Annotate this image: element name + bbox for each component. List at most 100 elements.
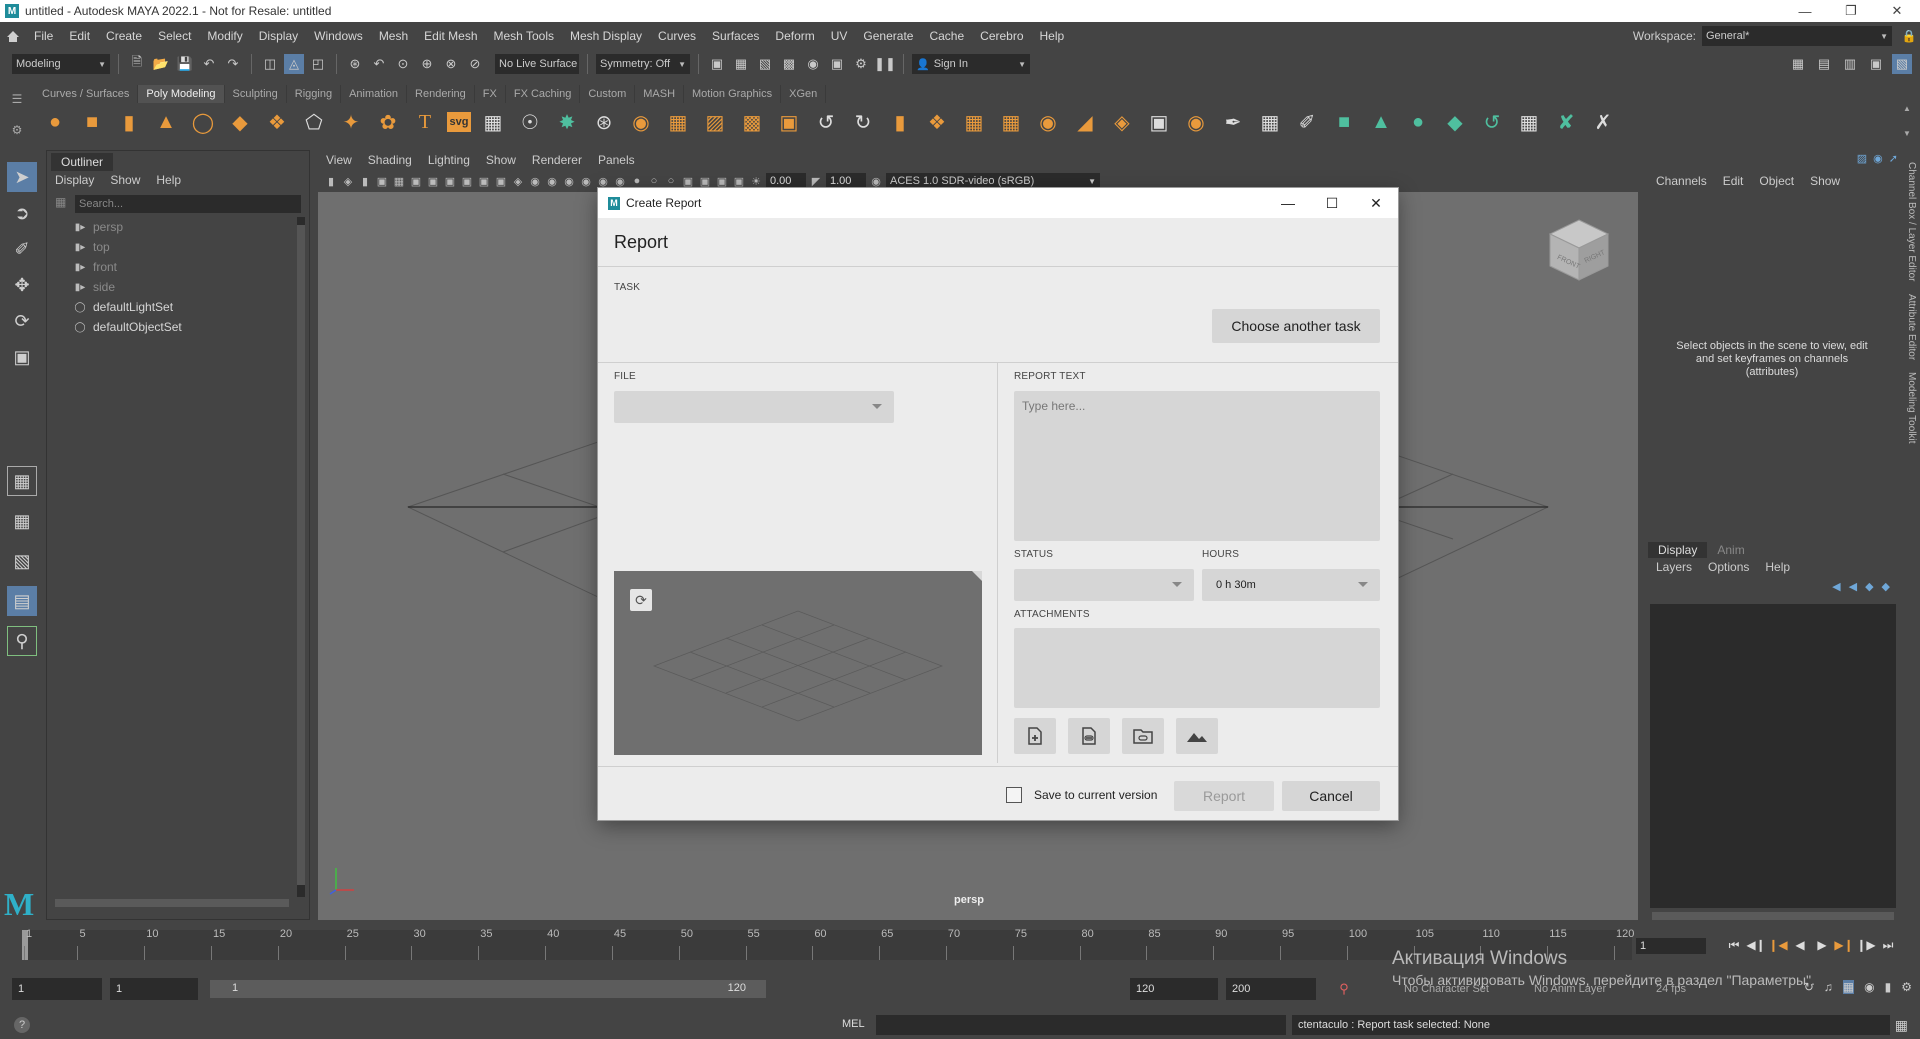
tab-motion-graphics[interactable]: Motion Graphics: [684, 85, 782, 103]
animation-prefs-icon[interactable]: ▦: [1842, 980, 1855, 994]
color-management-icon[interactable]: ◉: [869, 174, 883, 188]
float-icon[interactable]: ➚: [1889, 152, 1898, 165]
combine-icon[interactable]: ☉: [515, 107, 545, 137]
poly-cone-icon[interactable]: ▲: [151, 107, 181, 137]
svg-tool-icon[interactable]: svg: [447, 112, 471, 132]
wireframe-on-shaded-icon[interactable]: ◉: [545, 174, 559, 188]
viewcube-icon[interactable]: FRONT RIGHT: [1544, 216, 1614, 286]
filter-icon[interactable]: ▦: [55, 195, 71, 213]
boolean-icon[interactable]: ▦: [663, 107, 693, 137]
attribute-editor-side-tab[interactable]: Attribute Editor: [1906, 294, 1917, 360]
go-to-end-icon[interactable]: ⏭: [1880, 936, 1896, 954]
uv-editor-icon[interactable]: ▦: [478, 107, 508, 137]
select-component-icon[interactable]: ◰: [308, 54, 328, 74]
field-chart-icon[interactable]: ▣: [460, 174, 474, 188]
close-icon[interactable]: ✕: [1874, 0, 1920, 22]
move-tool-icon[interactable]: ✥: [7, 270, 37, 300]
wireframe-icon[interactable]: ◈: [511, 174, 525, 188]
menu-cache[interactable]: Cache: [921, 29, 972, 43]
separate-icon[interactable]: ✸: [552, 107, 582, 137]
menu-curves[interactable]: Curves: [650, 29, 704, 43]
viewport-menu-panels[interactable]: Panels: [590, 153, 643, 167]
gamma-field[interactable]: 1.00: [826, 173, 866, 189]
planar-uv-icon[interactable]: ■: [1329, 107, 1359, 137]
channel-box-icon[interactable]: ▣: [1866, 54, 1886, 74]
list-item[interactable]: ▮▸ top: [73, 237, 299, 257]
tab-rigging[interactable]: Rigging: [287, 85, 342, 103]
render-setup-icon[interactable]: ▣: [827, 54, 847, 74]
menu-uv[interactable]: UV: [823, 29, 856, 43]
list-item[interactable]: ◯ defaultObjectSet: [73, 317, 299, 337]
new-layer-selected-icon[interactable]: ◆: [1882, 580, 1890, 593]
anti-aliasing-icon[interactable]: ○: [647, 174, 661, 188]
automatic-uv-icon[interactable]: ◆: [1440, 107, 1470, 137]
outliner-search-input[interactable]: Search...: [75, 195, 301, 213]
multi-cut-icon[interactable]: ❖: [922, 107, 952, 137]
single-perspective-icon[interactable]: ▦: [7, 466, 37, 496]
tab-poly-modeling[interactable]: Poly Modeling: [138, 85, 225, 103]
add-link-button[interactable]: [1068, 718, 1110, 754]
shelf-scroll[interactable]: ▲ ▼: [1902, 104, 1912, 138]
lasso-tool-icon[interactable]: ➲: [7, 198, 37, 228]
undo-icon[interactable]: ↶: [199, 54, 219, 74]
channel-box-side-tab[interactable]: Channel Box / Layer Editor: [1906, 162, 1917, 282]
append-polygon-icon[interactable]: ↻: [848, 107, 878, 137]
list-item[interactable]: ▮▸ side: [73, 277, 299, 297]
menu-mesh-tools[interactable]: Mesh Tools: [486, 29, 562, 43]
outliner-menu-show[interactable]: Show: [102, 173, 148, 191]
help-icon[interactable]: ?: [14, 1017, 30, 1033]
maximize-icon[interactable]: ☐: [1310, 188, 1354, 218]
hierarchy-icon[interactable]: ▨: [1857, 152, 1867, 165]
list-item[interactable]: ◯ defaultLightSet: [73, 297, 299, 317]
collapse-icon[interactable]: ◢: [1070, 107, 1100, 137]
circularize-icon[interactable]: ◉: [1033, 107, 1063, 137]
bevel-icon[interactable]: ▣: [774, 107, 804, 137]
snap-point-icon[interactable]: ⊙: [393, 54, 413, 74]
poly-cylinder-icon[interactable]: ▮: [114, 107, 144, 137]
show-menu[interactable]: Show: [1802, 174, 1848, 188]
tab-custom[interactable]: Custom: [580, 85, 636, 103]
platonic-solid-icon[interactable]: ⬠: [299, 107, 329, 137]
open-scene-icon[interactable]: 📂: [151, 54, 171, 74]
playback-end-field[interactable]: 120: [1130, 978, 1218, 1000]
gamma-icon[interactable]: ◤: [809, 174, 823, 188]
choose-task-button[interactable]: Choose another task: [1212, 309, 1380, 343]
viewport-menu-shading[interactable]: Shading: [360, 153, 420, 167]
pause-icon[interactable]: ❚❚: [874, 54, 896, 74]
scene-start-field[interactable]: 1: [12, 978, 102, 1000]
new-layer-icon[interactable]: ◆: [1865, 580, 1873, 593]
xray-icon[interactable]: ▣: [698, 174, 712, 188]
object-menu[interactable]: Object: [1751, 174, 1802, 188]
play-forwards-icon[interactable]: ▶: [1814, 936, 1830, 954]
time-slider-track[interactable]: 1 5 10 15 20 25 30 35 40 45 50 55 60 65 70 75 80 85 90 95 10…: [22, 928, 1634, 960]
type-tool-icon[interactable]: T: [410, 107, 440, 137]
report-text-area[interactable]: Type here...: [1014, 391, 1380, 541]
menu-surfaces[interactable]: Surfaces: [704, 29, 767, 43]
file-dropdown[interactable]: [614, 391, 894, 423]
exposure-icon[interactable]: ☀: [749, 174, 763, 188]
render-frame-icon[interactable]: ▦: [731, 54, 751, 74]
tab-anim[interactable]: Anim: [1707, 542, 1754, 558]
extrude-icon[interactable]: ▨: [700, 107, 730, 137]
layer-help-menu[interactable]: Help: [1757, 560, 1798, 574]
motion-blur-icon[interactable]: ●: [630, 174, 644, 188]
scale-tool-icon[interactable]: ▣: [7, 342, 37, 372]
live-surface-field[interactable]: No Live Surface: [495, 54, 579, 74]
scroll-thumb[interactable]: [297, 225, 305, 885]
menu-edit-mesh[interactable]: Edit Mesh: [416, 29, 485, 43]
persp-outliner-icon[interactable]: ▧: [7, 546, 37, 576]
panel-layout-icon[interactable]: ▧: [1892, 54, 1912, 74]
new-scene-icon[interactable]: 🗎: [127, 54, 147, 74]
step-back-frame-icon[interactable]: ◀❙: [1746, 936, 1765, 954]
bridge-icon[interactable]: ▩: [737, 107, 767, 137]
outliner-layout-icon[interactable]: ▤: [7, 586, 37, 616]
tab-mash[interactable]: MASH: [635, 85, 685, 103]
exposure-field[interactable]: 0.00: [766, 173, 806, 189]
grid-icon[interactable]: ▦: [392, 174, 406, 188]
menu-generate[interactable]: Generate: [855, 29, 921, 43]
tool-settings-icon[interactable]: ▥: [1840, 54, 1860, 74]
go-to-start-icon[interactable]: ⏮: [1726, 936, 1742, 954]
range-bar[interactable]: 1 120: [210, 980, 766, 998]
command-input[interactable]: [876, 1015, 1286, 1035]
bookmarks-icon[interactable]: ▮: [1885, 980, 1892, 994]
